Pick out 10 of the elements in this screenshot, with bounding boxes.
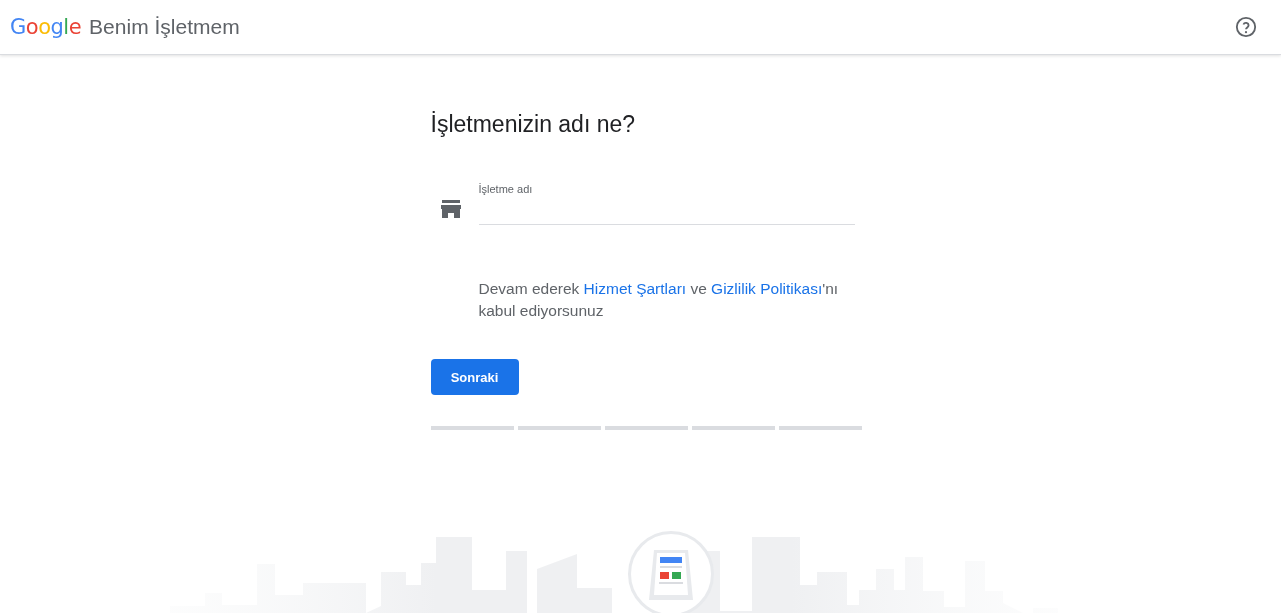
business-name-field[interactable]: İşletme adı <box>478 180 855 225</box>
terms-consent-text: Devam ederek Hizmet Şartları ve Gizlilik Politikası'nı kabul ediyorsunuz <box>478 279 840 321</box>
help-icon[interactable] <box>1235 16 1257 38</box>
privacy-policy-link[interactable]: Gizlilik Politikası <box>711 280 823 297</box>
google-logo[interactable]: Google <box>10 15 82 39</box>
store-icon <box>440 199 461 218</box>
next-button[interactable]: Sonraki <box>430 359 519 395</box>
terms-link[interactable]: Hizmet Şartları <box>583 280 687 297</box>
product-name: Benim İşletmem <box>89 15 240 39</box>
question-heading: İşletmenizin adı ne? <box>430 111 637 138</box>
